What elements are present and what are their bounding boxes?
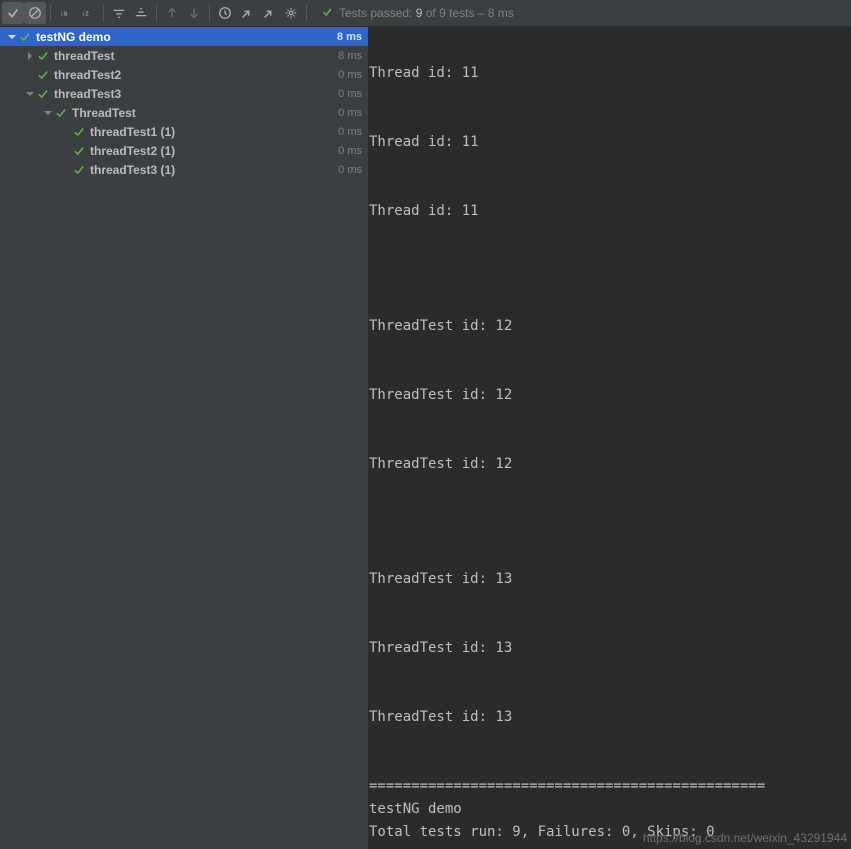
sort-alpha-desc-button[interactable]: ↓z — [77, 2, 99, 24]
svg-text:↓z: ↓z — [82, 11, 90, 18]
tree-item-label: threadTest3 (1) — [90, 163, 338, 177]
tree-item-time: 0 ms — [338, 88, 362, 100]
tree-item-label: testNG demo — [36, 30, 337, 44]
status-prefix: Tests passed: — [339, 6, 412, 20]
tree-item-time: 0 ms — [338, 107, 362, 119]
separator — [103, 4, 104, 22]
tree-row[interactable]: threadTest30 ms — [0, 84, 368, 103]
expand-all-button[interactable] — [108, 2, 130, 24]
tree-item-time: 0 ms — [338, 126, 362, 138]
tree-item-time: 0 ms — [338, 164, 362, 176]
tree-item-label: threadTest2 — [54, 68, 338, 82]
tree-row[interactable]: testNG demo8 ms — [0, 27, 368, 46]
total-count: of 9 tests — [426, 6, 475, 20]
separator — [209, 4, 210, 22]
check-icon — [36, 88, 50, 100]
watermark: https://blog.csdn.net/weixin_43291944 — [643, 831, 847, 845]
import-tests-button[interactable] — [236, 2, 258, 24]
tree-item-time: 8 ms — [338, 50, 362, 62]
tree-item-label: ThreadTest — [72, 106, 338, 120]
tree-item-label: threadTest1 (1) — [90, 125, 338, 139]
check-icon — [18, 31, 32, 43]
tree-row[interactable]: threadTest2 (1)0 ms — [0, 141, 368, 160]
svg-text:↓a: ↓a — [60, 11, 68, 18]
tree-row[interactable]: threadTest1 (1)0 ms — [0, 122, 368, 141]
test-toolbar: ↓a ↓z Tests passed: 9 of 9 tests – 8 — [0, 0, 851, 27]
check-icon — [321, 6, 333, 21]
duration: – 8 ms — [478, 6, 514, 20]
tree-item-label: threadTest — [54, 49, 338, 63]
check-icon — [36, 69, 50, 81]
test-tree[interactable]: testNG demo8 msthreadTest8 msthreadTest2… — [0, 27, 369, 849]
check-icon — [36, 50, 50, 62]
prev-failed-button[interactable] — [161, 2, 183, 24]
separator — [306, 4, 307, 22]
chevron-down-icon[interactable] — [24, 89, 36, 99]
tree-item-time: 0 ms — [338, 145, 362, 157]
sort-alpha-asc-button[interactable]: ↓a — [55, 2, 77, 24]
passed-count: 9 — [416, 6, 423, 20]
check-icon — [72, 126, 86, 138]
chevron-down-icon[interactable] — [42, 108, 54, 118]
test-history-button[interactable] — [214, 2, 236, 24]
tree-item-time: 0 ms — [338, 69, 362, 81]
tree-row[interactable]: threadTest20 ms — [0, 65, 368, 84]
tree-item-time: 8 ms — [337, 31, 362, 43]
console-output[interactable]: Thread id: 11 Thread id: 11 Thread id: 1… — [369, 27, 851, 849]
tree-item-label: threadTest3 — [54, 87, 338, 101]
separator — [156, 4, 157, 22]
test-status-summary: Tests passed: 9 of 9 tests – 8 ms — [321, 6, 514, 21]
tree-row[interactable]: ThreadTest0 ms — [0, 103, 368, 122]
tree-row[interactable]: threadTest8 ms — [0, 46, 368, 65]
tree-item-label: threadTest2 (1) — [90, 144, 338, 158]
chevron-down-icon[interactable] — [6, 32, 18, 42]
check-icon — [54, 107, 68, 119]
settings-button[interactable] — [280, 2, 302, 24]
tree-row[interactable]: threadTest3 (1)0 ms — [0, 160, 368, 179]
chevron-right-icon[interactable] — [24, 51, 36, 61]
export-tests-button[interactable] — [258, 2, 280, 24]
show-ignored-toggle[interactable] — [24, 2, 46, 24]
check-icon — [72, 145, 86, 157]
check-icon — [72, 164, 86, 176]
show-passed-toggle[interactable] — [2, 2, 24, 24]
separator — [50, 4, 51, 22]
collapse-all-button[interactable] — [130, 2, 152, 24]
next-failed-button[interactable] — [183, 2, 205, 24]
